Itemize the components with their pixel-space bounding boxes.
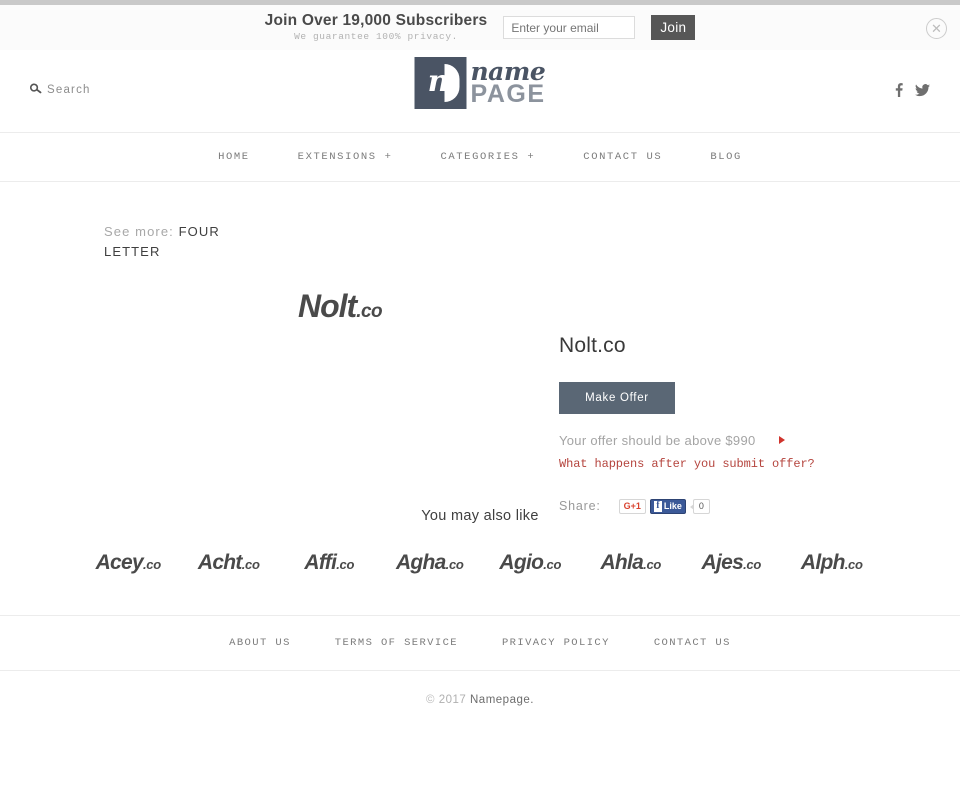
footer-link-terms-of-service[interactable]: TERMS OF SERVICE <box>313 637 480 649</box>
also-like-item-ajes[interactable]: Ajes.co <box>681 552 782 573</box>
copyright-year: 2017 <box>438 694 467 707</box>
nav-item-blog[interactable]: BLOG <box>686 151 766 163</box>
copyright-site-name: Namepage. <box>470 694 534 707</box>
nav-item-contact-us[interactable]: CONTACT US <box>559 151 686 163</box>
logo-word-page: PAGE <box>470 80 546 108</box>
nav-item-categories[interactable]: CATEGORIES + <box>416 151 559 163</box>
main-navigation: HOME EXTENSIONS + CATEGORIES + CONTACT U… <box>0 133 960 182</box>
also-like-item-ahla[interactable]: Ahla.co <box>581 552 682 573</box>
also-like-item-affi[interactable]: Affi.co <box>279 552 380 573</box>
copyright-symbol: © <box>426 694 435 707</box>
product-area: Nolt.co Nolt.co Make Offer Your offer sh… <box>0 262 960 514</box>
also-like-tld: .co <box>336 557 355 573</box>
also-like-tld: .co <box>143 557 161 573</box>
also-like-item-agha[interactable]: Agha.co <box>380 552 481 573</box>
page-title: Nolt.co <box>559 334 626 358</box>
make-offer-button[interactable]: Make Offer <box>559 382 675 415</box>
footer-link-privacy-policy[interactable]: PRIVACY POLICY <box>480 637 632 649</box>
nav-item-home[interactable]: HOME <box>194 151 274 163</box>
join-button[interactable]: Join <box>651 15 696 40</box>
search-button[interactable]: Search <box>29 82 91 97</box>
subscribe-copy: Join Over 19,000 Subscribers We guarante… <box>264 12 488 42</box>
also-like-tld: .co <box>445 557 464 573</box>
site-logo[interactable]: n name PAGE <box>414 57 546 109</box>
domain-logo-base: Nolt <box>298 288 357 325</box>
site-header: Search n name PAGE <box>0 50 960 133</box>
also-like-base: Acht <box>197 551 243 575</box>
close-glyph: ✕ <box>931 21 942 36</box>
also-like-base: Ahla <box>600 551 644 575</box>
also-like-base: Agha <box>395 551 446 575</box>
also-like-item-acht[interactable]: Acht.co <box>179 552 280 573</box>
subscribe-banner: Join Over 19,000 Subscribers We guarante… <box>0 5 960 50</box>
logo-mark-icon: n <box>414 57 467 109</box>
domain-logo-art: Nolt.co <box>298 288 383 325</box>
share-buttons: G+1 f Like 0 <box>618 498 710 514</box>
facebook-like-button[interactable]: f Like <box>649 498 686 514</box>
also-like-base: Agio <box>499 551 544 575</box>
also-like-item-alph[interactable]: Alph.co <box>782 552 883 573</box>
twitter-icon[interactable] <box>915 83 930 97</box>
also-like-base: Acey <box>95 551 144 575</box>
also-like-tld: .co <box>543 557 562 573</box>
offer-minimum-text: Your offer should be above $990 <box>559 433 756 449</box>
offer-help-link[interactable]: What happens after you submit offer? <box>559 456 815 473</box>
also-like-base: Affi <box>304 551 337 575</box>
footer-link-about-us[interactable]: ABOUT US <box>207 637 313 649</box>
copyright-notice: © 2017 Namepage. <box>0 671 960 706</box>
also-like-list: Acey.co Acht.co Affi.co Agha.co Agio.co … <box>0 552 960 573</box>
also-like-item-agio[interactable]: Agio.co <box>480 552 581 573</box>
offer-marker-icon <box>779 436 785 445</box>
google-plus-share-button[interactable]: G+1 <box>618 498 646 514</box>
breadcrumb: See more: FOUR LETTER <box>104 222 279 262</box>
also-like-item-acey[interactable]: Acey.co <box>78 552 179 573</box>
also-like-tld: .co <box>241 557 260 573</box>
search-label: Search <box>47 84 91 96</box>
also-like-base: Alph <box>800 551 846 575</box>
logo-mark-letter: n <box>427 64 450 99</box>
facebook-f-icon: f <box>653 500 662 512</box>
domain-logo-tld: .co <box>356 301 383 323</box>
facebook-like-label: Like <box>663 500 682 511</box>
close-icon[interactable]: ✕ <box>926 18 947 39</box>
share-label: Share: <box>559 499 601 514</box>
breadcrumb-label: See more: <box>104 224 174 239</box>
logo-wordmark: name PAGE <box>470 59 546 108</box>
search-icon <box>29 82 42 97</box>
offer-minimum-note: Your offer should be above $990 What hap… <box>559 432 815 473</box>
facebook-icon[interactable] <box>895 83 903 97</box>
also-like-base: Ajes <box>701 551 744 575</box>
subscribe-title: Join Over 19,000 Subscribers <box>264 12 488 30</box>
facebook-like-count: 0 <box>689 498 710 514</box>
also-like-tld: .co <box>844 557 863 573</box>
also-like-tld: .co <box>643 557 662 573</box>
share-row: Share: G+1 f Like 0 <box>559 498 789 514</box>
subscribe-subtitle: We guarantee 100% privacy. <box>294 30 458 42</box>
header-social-links <box>895 83 930 97</box>
nav-item-extensions[interactable]: EXTENSIONS + <box>274 151 417 163</box>
email-input[interactable] <box>503 16 636 39</box>
also-like-heading: You may also like <box>421 508 539 525</box>
footer-navigation: ABOUT US TERMS OF SERVICE PRIVACY POLICY… <box>0 616 960 672</box>
product-details-panel: Nolt.co Make Offer Your offer should be … <box>559 334 815 514</box>
also-like-tld: .co <box>743 557 761 573</box>
footer-link-contact-us[interactable]: CONTACT US <box>632 637 753 649</box>
